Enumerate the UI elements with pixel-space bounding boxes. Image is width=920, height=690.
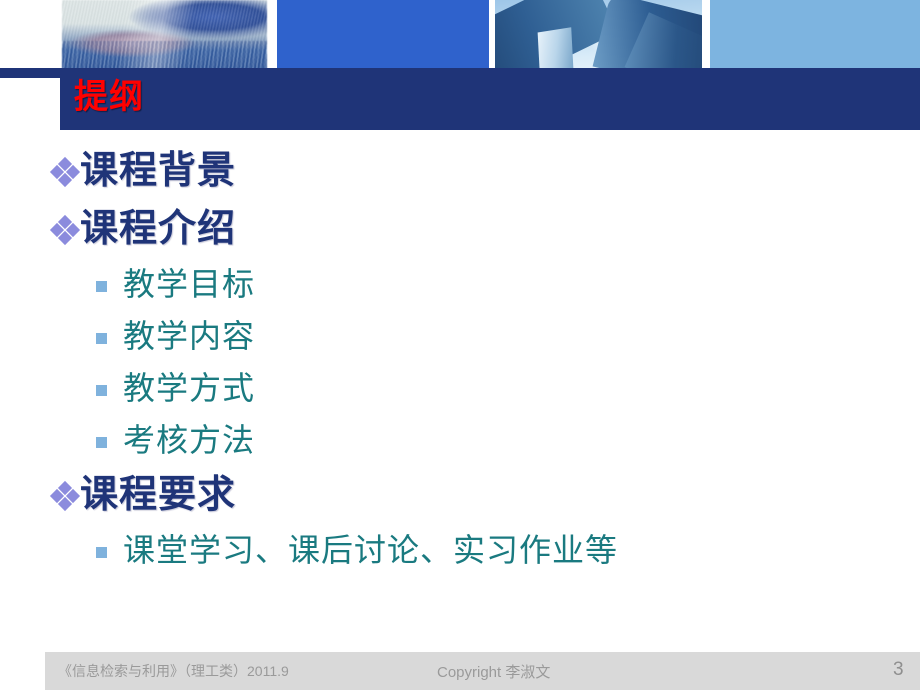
page-number: 3: [893, 659, 904, 680]
outline-item-label: 课程背景: [80, 150, 237, 192]
skyscraper-sun-image: [495, 0, 702, 70]
outline-subitem-label: 教学方式: [123, 369, 256, 407]
title-bar: [60, 68, 920, 130]
page-title: 提纲: [74, 78, 144, 116]
outline-subitem-label: 教学内容: [123, 317, 256, 355]
small-square-bullet-icon: [96, 546, 107, 558]
small-square-bullet-icon: [96, 280, 107, 292]
outline-subitem-label: 考核方法: [123, 421, 256, 459]
header-image-strip: [0, 0, 920, 70]
keyboard-hands-image: [62, 0, 267, 70]
keyboard-glare-decoration: [62, 40, 267, 70]
diamond-cluster-bullet-icon: [49, 214, 81, 246]
footer-copyright-text: Copyright 李淑文: [437, 664, 551, 681]
solid-color-block-blue: [277, 0, 489, 70]
outline-item-level2[interactable]: 考核方法: [96, 414, 920, 466]
outline-list: 课程背景 课程介绍 教学目标 教学内容 教学方式 考核方法 课程要求 课堂学习、…: [0, 142, 920, 632]
outline-item-level2[interactable]: 教学方式: [96, 362, 920, 414]
outline-item-level2[interactable]: 课堂学习、课后讨论、实习作业等: [96, 524, 920, 576]
outline-item-label: 课程介绍: [80, 208, 237, 250]
outline-item-level2[interactable]: 教学内容: [96, 310, 920, 362]
footer-source-text: 《信息检索与利用》（理工类）2011.9: [58, 663, 289, 679]
outline-item-level1[interactable]: 课程要求: [49, 466, 920, 524]
outline-subitem-label: 教学目标: [123, 265, 256, 303]
solid-color-block-light-blue: [710, 0, 920, 70]
outline-item-level2[interactable]: 教学目标: [96, 258, 920, 310]
small-square-bullet-icon: [96, 384, 107, 396]
outline-item-level1[interactable]: 课程介绍: [49, 200, 920, 258]
diamond-cluster-bullet-icon: [49, 156, 81, 188]
outline-subitem-label: 课堂学习、课后讨论、实习作业等: [123, 531, 619, 569]
small-square-bullet-icon: [96, 436, 107, 448]
building-shape-middle: [537, 27, 575, 70]
outline-item-label: 课程要求: [80, 474, 237, 516]
diamond-cluster-bullet-icon: [49, 480, 81, 512]
small-square-bullet-icon: [96, 332, 107, 344]
outline-item-level1[interactable]: 课程背景: [49, 142, 920, 200]
